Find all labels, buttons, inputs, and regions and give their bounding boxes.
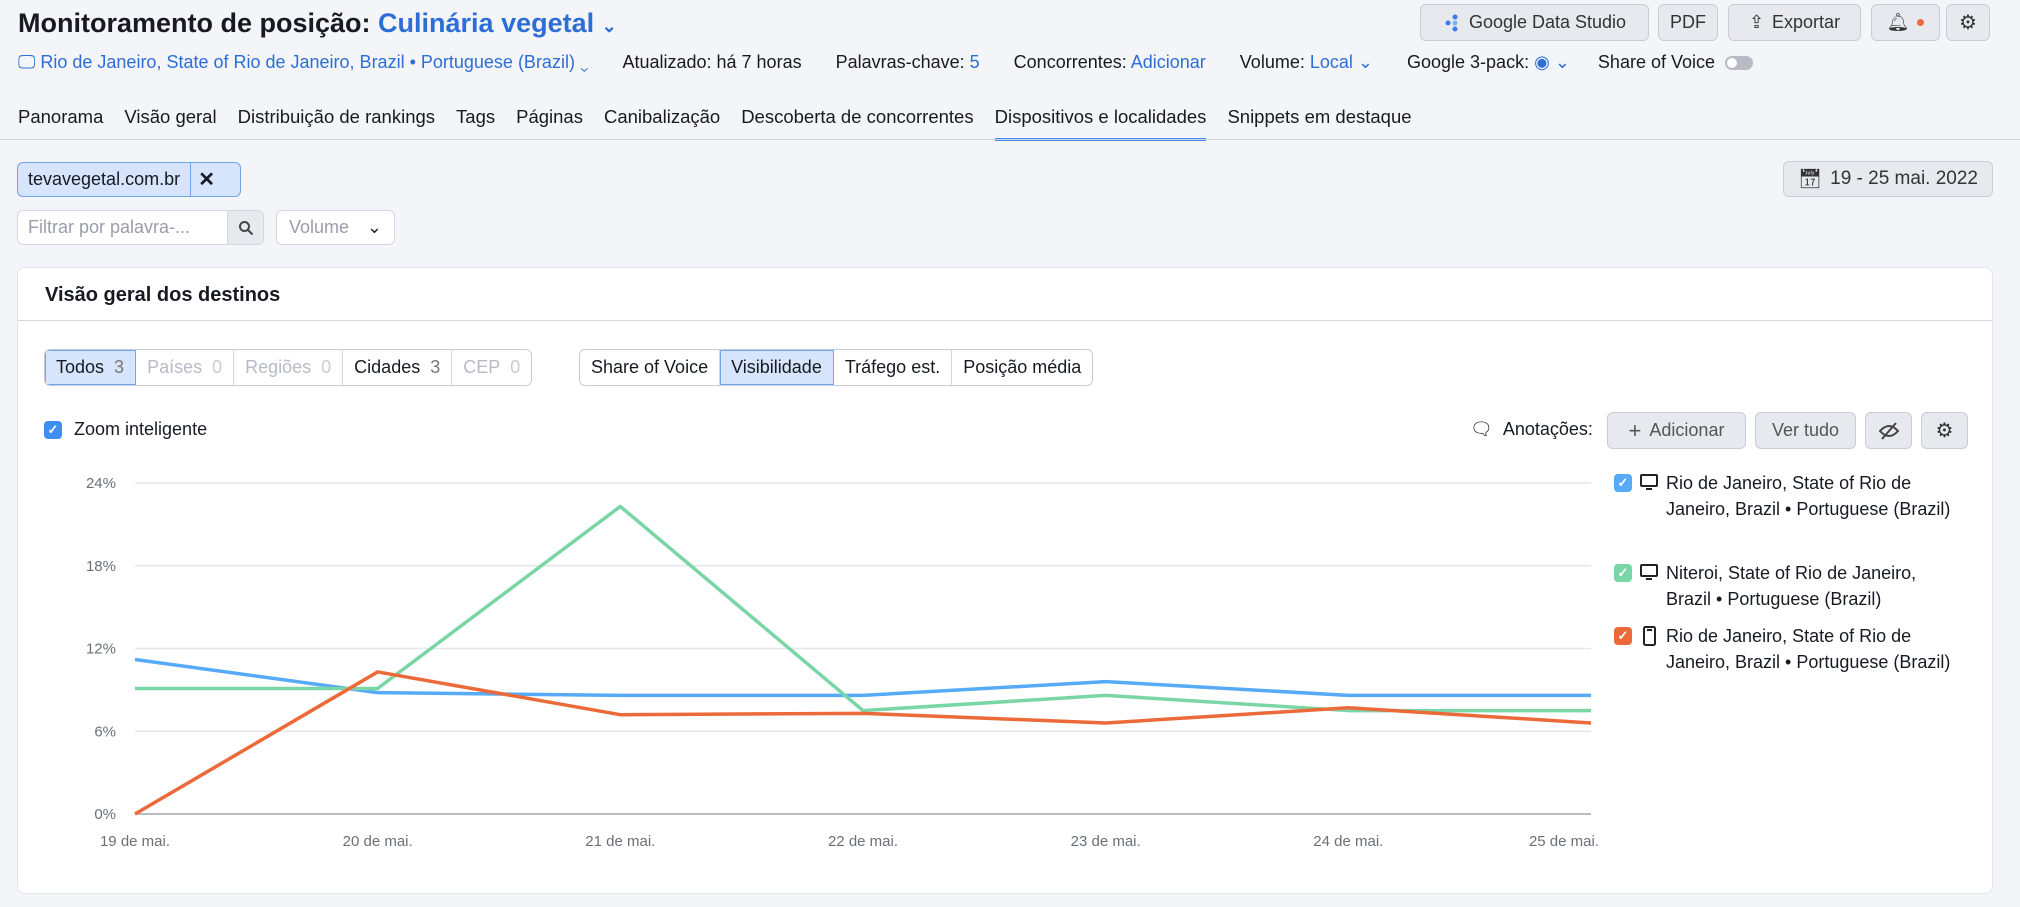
x-tick-label: 20 de mai. (343, 833, 413, 850)
visibility-chart: 0% 6% 12% 18% 24% 19 de mai. 20 de mai. 21 de m… (86, 475, 1599, 850)
bell-icon: 🔔︎ (1886, 12, 1910, 32)
gear-icon: ⚙ (1935, 420, 1954, 442)
x-tick-label: 21 de mai. (585, 833, 655, 850)
x-tick-label: 25 de mai. (1529, 833, 1599, 850)
desktop-icon (1640, 563, 1658, 612)
view-all-annotations-button[interactable]: Ver tudo (1755, 412, 1856, 449)
notification-dot (1917, 19, 1925, 26)
legend-label: Rio de Janeiro, State of Rio de Janeiro,… (1666, 626, 1951, 672)
legend-item[interactable]: ✓ Niteroi, State of Rio de Janeiro, Brazi… (1614, 560, 1954, 612)
eye-off-icon (1878, 421, 1899, 440)
y-tick-label: 6% (94, 723, 116, 740)
notifications-button[interactable]: 🔔︎ (1871, 4, 1940, 41)
series-line-1 (135, 504, 1591, 713)
legend-item[interactable]: ✓ Rio de Janeiro, State of Rio de Janeiro… (1614, 623, 1954, 675)
plus-icon: + (1628, 417, 1642, 443)
export-button[interactable]: ⇪ Exportar (1728, 4, 1861, 41)
add-annotation-button[interactable]: + Adicionar (1607, 412, 1746, 449)
pdf-button[interactable]: PDF (1658, 4, 1718, 41)
checkbox-checked-icon[interactable]: ✓ (1614, 564, 1632, 582)
y-tick-label: 24% (86, 475, 116, 492)
x-tick-label: 19 de mai. (100, 833, 170, 850)
desktop-icon (1640, 473, 1658, 522)
x-tick-label: 23 de mai. (1071, 833, 1141, 850)
calendar-icon: 📅︎ (1798, 169, 1823, 190)
gear-icon: ⚙ (1959, 12, 1977, 34)
x-tick-label: 24 de mai. (1313, 833, 1383, 850)
date-range-button[interactable]: 📅︎ 19 - 25 mai. 2022 (1783, 161, 1993, 197)
y-tick-label: 0% (94, 806, 116, 823)
y-tick-label: 12% (86, 641, 116, 658)
x-tick-label: 22 de mai. (828, 833, 898, 850)
hide-annotations-button[interactable] (1865, 412, 1912, 449)
y-tick-label: 18% (86, 558, 116, 575)
upload-icon: ⇪ (1748, 12, 1765, 32)
checkbox-checked-icon[interactable]: ✓ (1614, 474, 1632, 492)
series-line-2 (134, 670, 1592, 816)
legend-item[interactable]: ✓ Rio de Janeiro, State of Rio de Janeiro… (1614, 470, 1954, 522)
checkbox-checked-icon[interactable]: ✓ (1614, 627, 1632, 645)
legend-label: Niteroi, State of Rio de Janeiro, Brazil… (1666, 563, 1917, 609)
mobile-icon (1640, 626, 1658, 675)
legend-label: Rio de Janeiro, State of Rio de Janeiro,… (1666, 473, 1951, 519)
share-of-voice-toggle[interactable]: Share of Voice (1598, 52, 1754, 73)
chart-settings-button[interactable]: ⚙ (1921, 412, 1968, 449)
settings-button[interactable]: ⚙ (1946, 4, 1990, 41)
